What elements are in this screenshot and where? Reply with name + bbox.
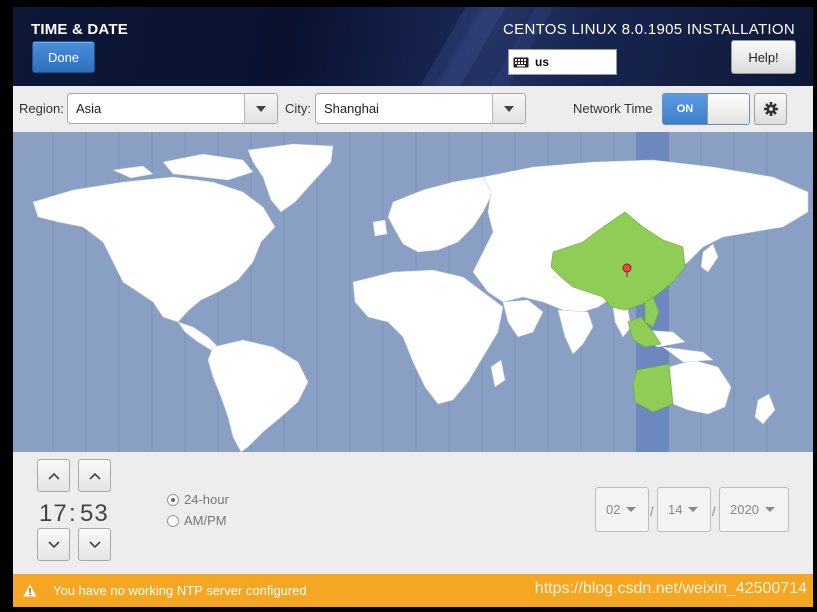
watermark-text: https://blog.csdn.net/weixin_42500714 bbox=[534, 580, 807, 597]
keyboard-layout-label: us bbox=[535, 55, 550, 69]
help-button[interactable]: Help! bbox=[731, 40, 796, 74]
city-combo[interactable]: Shanghai bbox=[315, 93, 526, 124]
city-value: Shanghai bbox=[324, 101, 379, 116]
warning-icon bbox=[23, 584, 37, 597]
minute-down-button[interactable] bbox=[78, 528, 111, 561]
africa-land bbox=[352, 269, 504, 405]
date-separator: / bbox=[712, 504, 716, 519]
ntp-warning-message: You have no working NTP server configure… bbox=[53, 583, 307, 598]
page-title: TIME & DATE bbox=[31, 21, 128, 38]
radio-unselected-icon bbox=[167, 514, 179, 527]
time-date-controls: 17 : 53 24-hour AM/PM 02 / 14 / 2020 bbox=[13, 452, 813, 574]
hour-display: 17 bbox=[39, 500, 68, 527]
region-value: Asia bbox=[76, 101, 102, 116]
network-time-label: Network Time bbox=[573, 101, 653, 116]
format-24-hour-label: 24-hour bbox=[184, 492, 229, 507]
city-label: City: bbox=[285, 101, 311, 116]
chevron-down-icon bbox=[626, 507, 637, 512]
europe-land bbox=[387, 176, 494, 253]
city-dropdown-icon[interactable] bbox=[492, 94, 525, 123]
ntp-warning-bar: You have no working NTP server configure… bbox=[13, 574, 813, 607]
chevron-down-icon bbox=[47, 540, 60, 548]
region-combo[interactable]: Asia bbox=[67, 93, 278, 124]
chevron-down-icon bbox=[688, 507, 699, 512]
format-ampm-label: AM/PM bbox=[184, 513, 227, 528]
hour-up-button[interactable] bbox=[37, 459, 70, 492]
keyboard-layout-indicator[interactable]: us bbox=[508, 49, 617, 75]
chevron-up-icon bbox=[47, 472, 60, 480]
south-america-land bbox=[207, 339, 309, 452]
installer-window: TIME & DATE Done CENTOS LINUX 8.0.1905 I… bbox=[13, 7, 813, 607]
minute-up-button[interactable] bbox=[78, 459, 111, 492]
switch-on-label: ON bbox=[663, 94, 707, 124]
time-separator: : bbox=[69, 500, 77, 527]
greenland-land bbox=[247, 143, 334, 213]
region-dropdown-icon[interactable] bbox=[244, 94, 277, 123]
region-label: Region: bbox=[19, 101, 64, 116]
month-value: 02 bbox=[606, 502, 621, 517]
product-title: CENTOS LINUX 8.0.1905 INSTALLATION bbox=[503, 21, 795, 38]
chevron-up-icon bbox=[88, 472, 101, 480]
date-separator: / bbox=[650, 504, 654, 519]
month-select[interactable]: 02 bbox=[595, 487, 649, 532]
year-value: 2020 bbox=[730, 502, 759, 517]
keyboard-icon bbox=[513, 57, 529, 67]
north-america-land bbox=[32, 176, 276, 323]
day-value: 14 bbox=[668, 502, 683, 517]
switch-knob[interactable] bbox=[707, 94, 749, 124]
year-select[interactable]: 2020 bbox=[719, 487, 789, 532]
world-map bbox=[32, 132, 809, 452]
format-ampm-radio[interactable]: AM/PM bbox=[167, 513, 227, 528]
minute-display: 53 bbox=[80, 500, 109, 527]
day-select[interactable]: 14 bbox=[657, 487, 711, 532]
chevron-down-icon bbox=[764, 507, 775, 512]
format-24-hour-radio[interactable]: 24-hour bbox=[167, 492, 229, 507]
chevron-down-icon bbox=[88, 540, 101, 548]
radio-selected-icon bbox=[167, 493, 179, 506]
timezone-map[interactable] bbox=[13, 132, 813, 452]
gear-icon bbox=[763, 102, 778, 116]
header-bar: TIME & DATE Done CENTOS LINUX 8.0.1905 I… bbox=[13, 7, 813, 86]
ntp-config-button[interactable] bbox=[754, 93, 787, 125]
network-time-switch[interactable]: ON bbox=[662, 93, 750, 125]
hour-down-button[interactable] bbox=[37, 528, 70, 561]
selected-timezone-band bbox=[636, 132, 669, 162]
done-button[interactable]: Done bbox=[32, 41, 95, 73]
